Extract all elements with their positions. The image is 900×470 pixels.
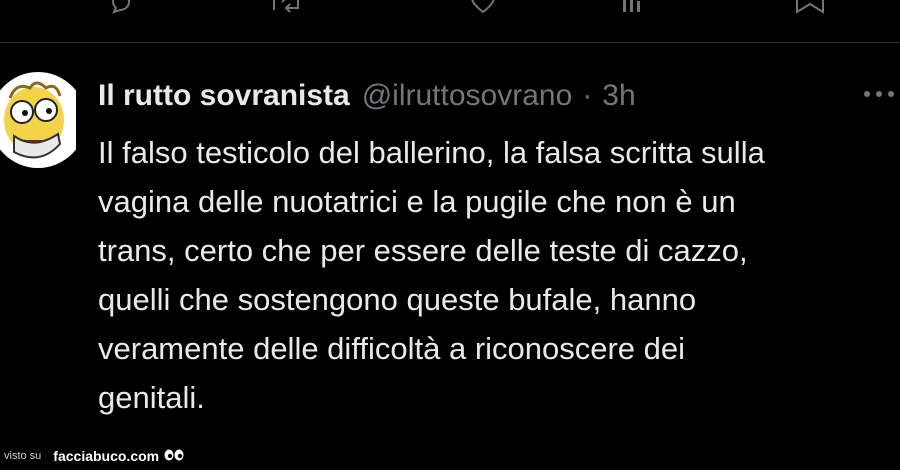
reply-icon[interactable] bbox=[110, 0, 132, 14]
tweet-text-line: quelli che sostengono queste bufale, han… bbox=[98, 282, 697, 317]
more-dot bbox=[876, 91, 882, 97]
tweet-text-line: genitali. bbox=[98, 380, 205, 415]
avatar[interactable] bbox=[0, 72, 76, 168]
bookmark-icon[interactable] bbox=[795, 0, 825, 14]
author-display-name[interactable]: Il rutto sovranista bbox=[98, 79, 350, 113]
watermark: visto su facciabuco.com bbox=[4, 444, 185, 468]
tweet-text: Il falso testicolo del ballerino, la fal… bbox=[98, 128, 900, 422]
more-dot bbox=[864, 91, 870, 97]
views-icon[interactable] bbox=[620, 0, 646, 14]
tweet-text-line: Il falso testicolo del ballerino, la fal… bbox=[98, 135, 765, 170]
tweet-text-line: vagina delle nuotatrici e la pugile che … bbox=[98, 184, 736, 219]
tweet-timestamp[interactable]: 3h bbox=[602, 79, 635, 113]
eyes-logo-icon bbox=[163, 448, 185, 462]
tweet-text-line: trans, certo che per essere delle teste … bbox=[98, 233, 748, 268]
retweet-icon[interactable] bbox=[270, 0, 302, 14]
more-dot bbox=[888, 91, 894, 97]
divider bbox=[0, 42, 900, 43]
tweet-header: Il rutto sovranista @ilruttosovrano · 3h bbox=[98, 74, 636, 118]
cartoon-character-avatar-icon bbox=[0, 72, 76, 168]
tweet-text-line: veramente delle difficoltà a riconoscere… bbox=[98, 331, 686, 366]
watermark-label: visto su bbox=[4, 450, 42, 462]
author-handle[interactable]: @ilruttosovrano bbox=[362, 79, 573, 113]
header-separator: · bbox=[582, 79, 593, 112]
like-icon[interactable] bbox=[470, 0, 496, 14]
previous-tweet-action-bar bbox=[0, 0, 900, 14]
watermark-brand: facciabuco.com bbox=[53, 448, 160, 464]
more-options-icon[interactable] bbox=[864, 82, 900, 106]
